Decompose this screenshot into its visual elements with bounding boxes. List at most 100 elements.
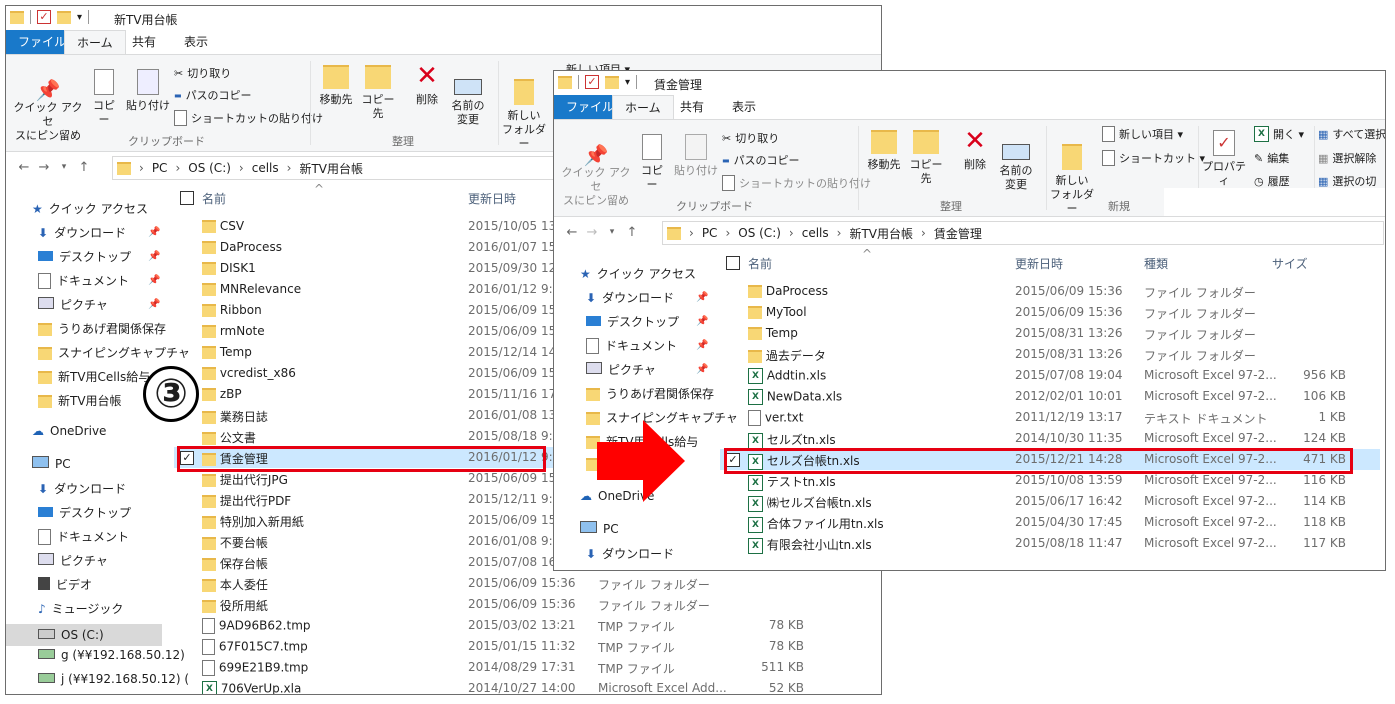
- tab-share[interactable]: 共有: [120, 30, 168, 54]
- open-button[interactable]: X 開く ▾: [1254, 126, 1304, 142]
- recent-dropdown-icon[interactable]: ▾: [54, 162, 74, 172]
- rename-button[interactable]: 名前の 変更: [996, 130, 1036, 192]
- column-name[interactable]: 名前: [748, 255, 772, 272]
- file-row[interactable]: 9AD96B62.tmp 2015/03/02 13:21 TMP ファイル 78 K…: [174, 615, 874, 636]
- breadcrumb-current[interactable]: 新TV用台帳: [299, 160, 363, 177]
- sidebar-item[interactable]: ★ クイック アクセス: [580, 265, 696, 282]
- sidebar-item[interactable]: 新TV用台帳: [38, 392, 122, 409]
- new-item-button[interactable]: 新しい項目 ▾: [1102, 126, 1183, 142]
- sidebar-item[interactable]: ⬇ ダウンロード: [38, 480, 126, 497]
- file-row[interactable]: ver.txt 2011/12/19 13:17 テキスト ドキュメント 1 KB: [720, 407, 1380, 428]
- breadcrumb-os-c[interactable]: OS (C:): [738, 226, 781, 240]
- move-to-button[interactable]: 移動先: [864, 130, 904, 172]
- select-none-button[interactable]: ▦ 選択解除: [1318, 150, 1376, 166]
- paste-shortcut-button[interactable]: ショートカットの貼り付け: [174, 110, 323, 126]
- pin-icon[interactable]: 📌: [696, 364, 708, 375]
- copy-button[interactable]: コピー: [88, 69, 120, 127]
- column-date[interactable]: 更新日時: [1015, 255, 1063, 272]
- sidebar-item[interactable]: PC: [32, 456, 71, 471]
- column-type[interactable]: 種類: [1144, 255, 1168, 272]
- file-row[interactable]: X 706VerUp.xla 2014/10/27 14:00 Microsoft …: [174, 678, 874, 694]
- cut-button[interactable]: ✂ 切り取り: [174, 65, 231, 81]
- sidebar-item[interactable]: スナイピングキャプチャ: [38, 344, 190, 361]
- new-folder-button[interactable]: 新しい フォルダー: [502, 65, 546, 151]
- qat-dropdown-icon[interactable]: ▾: [77, 12, 82, 23]
- sidebar-item[interactable]: ⬇ ダウンロード: [38, 224, 126, 241]
- file-row[interactable]: X ㈱セルズ台帳tn.xls 2015/06/17 16:42 Microsoft …: [720, 491, 1380, 512]
- file-row[interactable]: 699E21B9.tmp 2014/08/29 17:31 TMP ファイル 511 …: [174, 657, 874, 678]
- file-row[interactable]: 本人委任 2015/06/09 15:36 ファイル フォルダー: [174, 573, 874, 594]
- move-to-button[interactable]: 移動先: [316, 65, 356, 107]
- invert-selection-button[interactable]: ▦ 選択の切: [1318, 173, 1376, 189]
- sidebar-item[interactable]: ⬇ ダウンロード: [586, 289, 674, 306]
- breadcrumb-os-c[interactable]: OS (C:): [188, 161, 231, 175]
- sidebar-item[interactable]: g (¥¥192.168.50.12): [38, 648, 185, 662]
- easy-access-button[interactable]: ショートカット ▾: [1102, 150, 1205, 166]
- column-size[interactable]: サイズ: [1272, 255, 1308, 272]
- delete-button[interactable]: ✕ 削除: [412, 63, 442, 107]
- column-name[interactable]: 名前: [202, 190, 226, 207]
- recent-dropdown-icon[interactable]: ▾: [602, 227, 622, 237]
- breadcrumb-pc[interactable]: PC: [152, 161, 168, 175]
- sidebar-item[interactable]: ♪ ミュージック: [38, 600, 123, 617]
- rename-button[interactable]: 名前の 変更: [448, 65, 488, 127]
- pin-icon[interactable]: 📌: [148, 251, 160, 262]
- paste-button[interactable]: 貼り付け: [126, 69, 170, 113]
- file-row[interactable]: 過去データ 2015/08/31 13:26 ファイル フォルダー: [720, 344, 1380, 365]
- copy-path-button[interactable]: ▬ パスのコピー: [722, 152, 800, 168]
- tab-home[interactable]: ホーム: [612, 95, 674, 120]
- sidebar-item[interactable]: デスクトップ: [38, 504, 131, 521]
- tab-view[interactable]: 表示: [720, 95, 768, 119]
- qat-dropdown-icon[interactable]: ▾: [625, 77, 630, 88]
- pin-icon[interactable]: 📌: [148, 299, 160, 310]
- sidebar-item[interactable]: ⬇ ダウンロード: [586, 545, 674, 562]
- breadcrumb-cells[interactable]: cells: [802, 226, 829, 240]
- sidebar-item[interactable]: PC: [580, 521, 619, 536]
- sidebar-item[interactable]: ★ クイック アクセス: [32, 200, 148, 217]
- tab-share[interactable]: 共有: [668, 95, 716, 119]
- pin-icon[interactable]: 📌: [148, 275, 160, 286]
- back-arrow-icon[interactable]: ←: [14, 160, 34, 175]
- sidebar-item[interactable]: うりあげ君関係保存: [38, 320, 166, 337]
- sidebar-item[interactable]: ピクチャ: [38, 296, 108, 313]
- paste-button[interactable]: 貼り付け: [674, 134, 718, 178]
- file-row[interactable]: X NewData.xls 2012/02/01 10:01 Microsoft E…: [720, 386, 1380, 407]
- pin-icon[interactable]: 📌: [696, 316, 708, 327]
- sidebar-item[interactable]: ビデオ: [38, 576, 92, 593]
- breadcrumb-pc[interactable]: PC: [702, 226, 718, 240]
- file-row[interactable]: MyTool 2015/06/09 15:36 ファイル フォルダー: [720, 302, 1380, 323]
- up-arrow-icon[interactable]: ↑: [74, 160, 94, 175]
- file-row[interactable]: X セルズtn.xls 2014/10/30 11:35 Microsoft Exc…: [720, 428, 1380, 449]
- sidebar-item[interactable]: ドキュメント: [38, 272, 129, 289]
- file-row[interactable]: DaProcess 2015/06/09 15:36 ファイル フォルダー: [720, 281, 1380, 302]
- delete-button[interactable]: ✕ 削除: [960, 128, 990, 172]
- pin-icon[interactable]: 📌: [696, 340, 708, 351]
- pin-icon[interactable]: 📌: [696, 292, 708, 303]
- pin-icon[interactable]: 📌: [148, 227, 160, 238]
- file-row[interactable]: X Addtin.xls 2015/07/08 19:04 Microsoft Ex…: [720, 365, 1380, 386]
- properties-button[interactable]: ✓ プロパティ: [1200, 130, 1248, 188]
- file-row[interactable]: Temp 2015/08/31 13:26 ファイル フォルダー: [720, 323, 1380, 344]
- tab-home[interactable]: ホーム: [64, 30, 126, 55]
- sidebar-item[interactable]: ドキュメント: [38, 528, 129, 545]
- address-bar[interactable]: › PC › OS (C:) › cells › 新TV用台帳 › 賃金管理: [662, 221, 1384, 245]
- new-folder-icon[interactable]: [605, 75, 619, 89]
- edit-button[interactable]: ✎ 編集: [1254, 150, 1289, 166]
- sidebar-item[interactable]: うりあげ君関係保存: [586, 385, 714, 402]
- new-folder-button[interactable]: 新しい フォルダー: [1050, 130, 1094, 216]
- breadcrumb-cells[interactable]: cells: [252, 161, 279, 175]
- copy-path-button[interactable]: ▬ パスのコピー: [174, 87, 252, 103]
- properties-icon[interactable]: ✓: [37, 10, 51, 24]
- sidebar-item[interactable]: j (¥¥192.168.50.12) (: [38, 672, 189, 686]
- sidebar-item[interactable]: ピクチャ: [38, 552, 108, 569]
- sidebar-item[interactable]: OS (C:): [6, 624, 162, 646]
- pin-quick-access-button[interactable]: 📌 クイック アクセ スにピン留め: [560, 134, 632, 208]
- cut-button[interactable]: ✂ 切り取り: [722, 130, 779, 146]
- properties-icon[interactable]: ✓: [585, 75, 599, 89]
- copy-button[interactable]: コピー: [636, 134, 668, 192]
- select-all-checkbox[interactable]: [726, 255, 740, 270]
- sidebar-item[interactable]: デスクトップ: [586, 313, 679, 330]
- pin-quick-access-button[interactable]: 📌 クイック アクセ スにピン留め: [12, 69, 84, 143]
- file-row[interactable]: X 有限会社小山tn.xls 2015/08/18 11:47 Microsoft …: [720, 533, 1380, 554]
- copy-to-button[interactable]: コピー先: [906, 130, 946, 186]
